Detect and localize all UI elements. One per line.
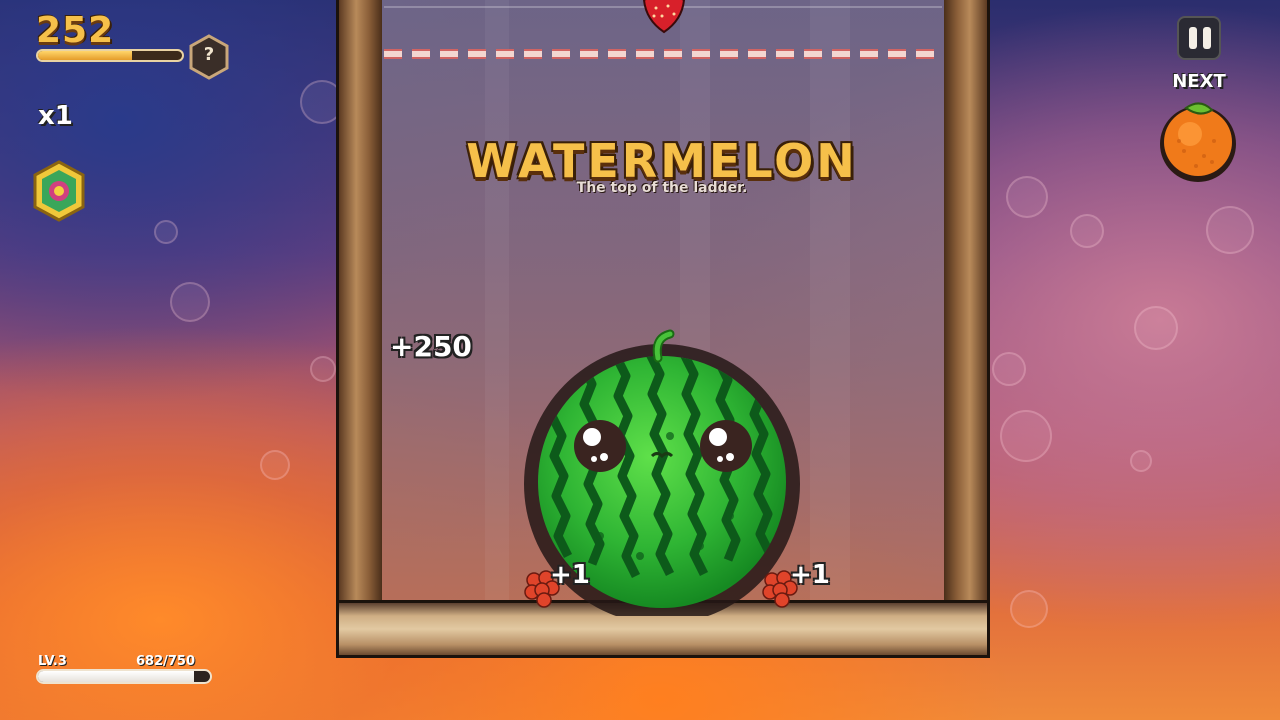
pause-icon (1189, 27, 1197, 49)
help-question-label: ? (203, 44, 215, 65)
score-progress-bar (36, 49, 184, 62)
xp-progress-bar (36, 669, 212, 684)
xp-progress-fill (38, 671, 195, 682)
danger-line (384, 49, 944, 59)
next-orange-icon (1160, 102, 1236, 182)
container-right-wall (944, 0, 990, 606)
merge-announcement-subtitle: The top of the ladder. (576, 180, 748, 196)
pause-icon (1203, 27, 1211, 49)
next-label: NEXT (1172, 71, 1226, 92)
points-popup-main: +250 (390, 330, 472, 363)
score-multiplier: x1 (38, 101, 73, 131)
points-popup-right: +1 (790, 560, 830, 590)
dropping-strawberry[interactable] (640, 0, 688, 34)
powerup-gem-icon[interactable] (32, 160, 86, 222)
score-progress-fill (38, 51, 132, 60)
score-value: 252 (36, 10, 115, 51)
xp-counter: 682/750 (136, 654, 196, 669)
pause-button[interactable] (1177, 16, 1221, 60)
points-popup-left: +1 (550, 560, 590, 590)
container-left-wall (336, 0, 382, 606)
player-level: LV.3 (38, 654, 67, 669)
